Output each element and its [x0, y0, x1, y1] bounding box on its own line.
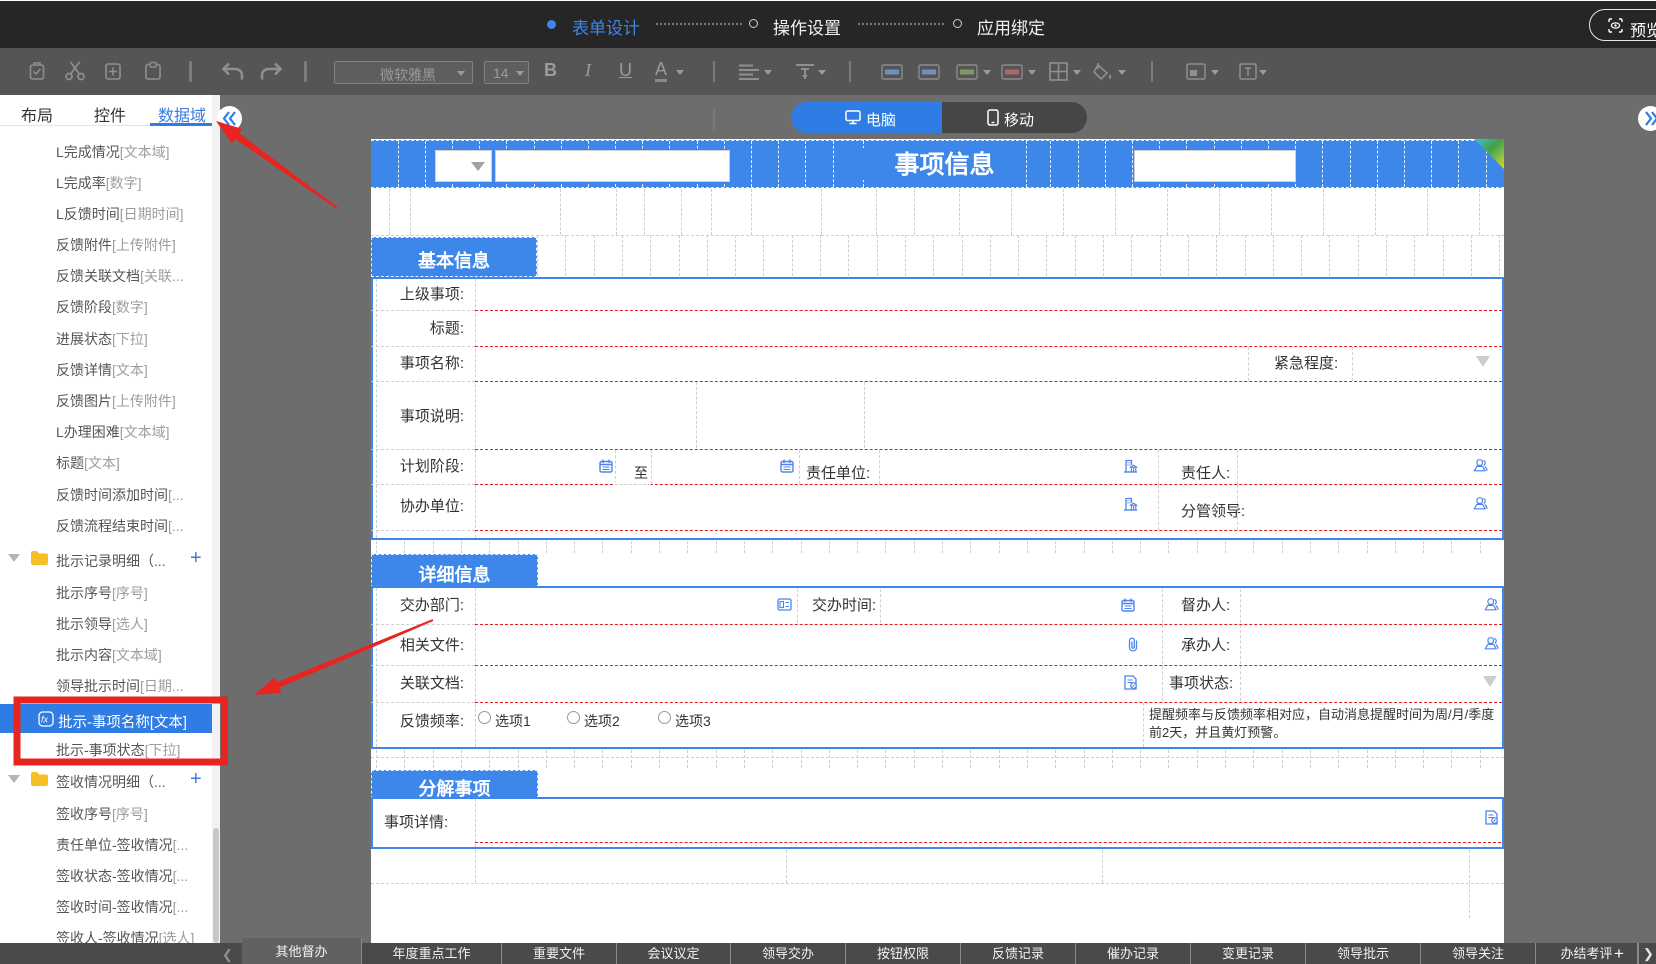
svg-text:fx: fx — [41, 715, 49, 725]
